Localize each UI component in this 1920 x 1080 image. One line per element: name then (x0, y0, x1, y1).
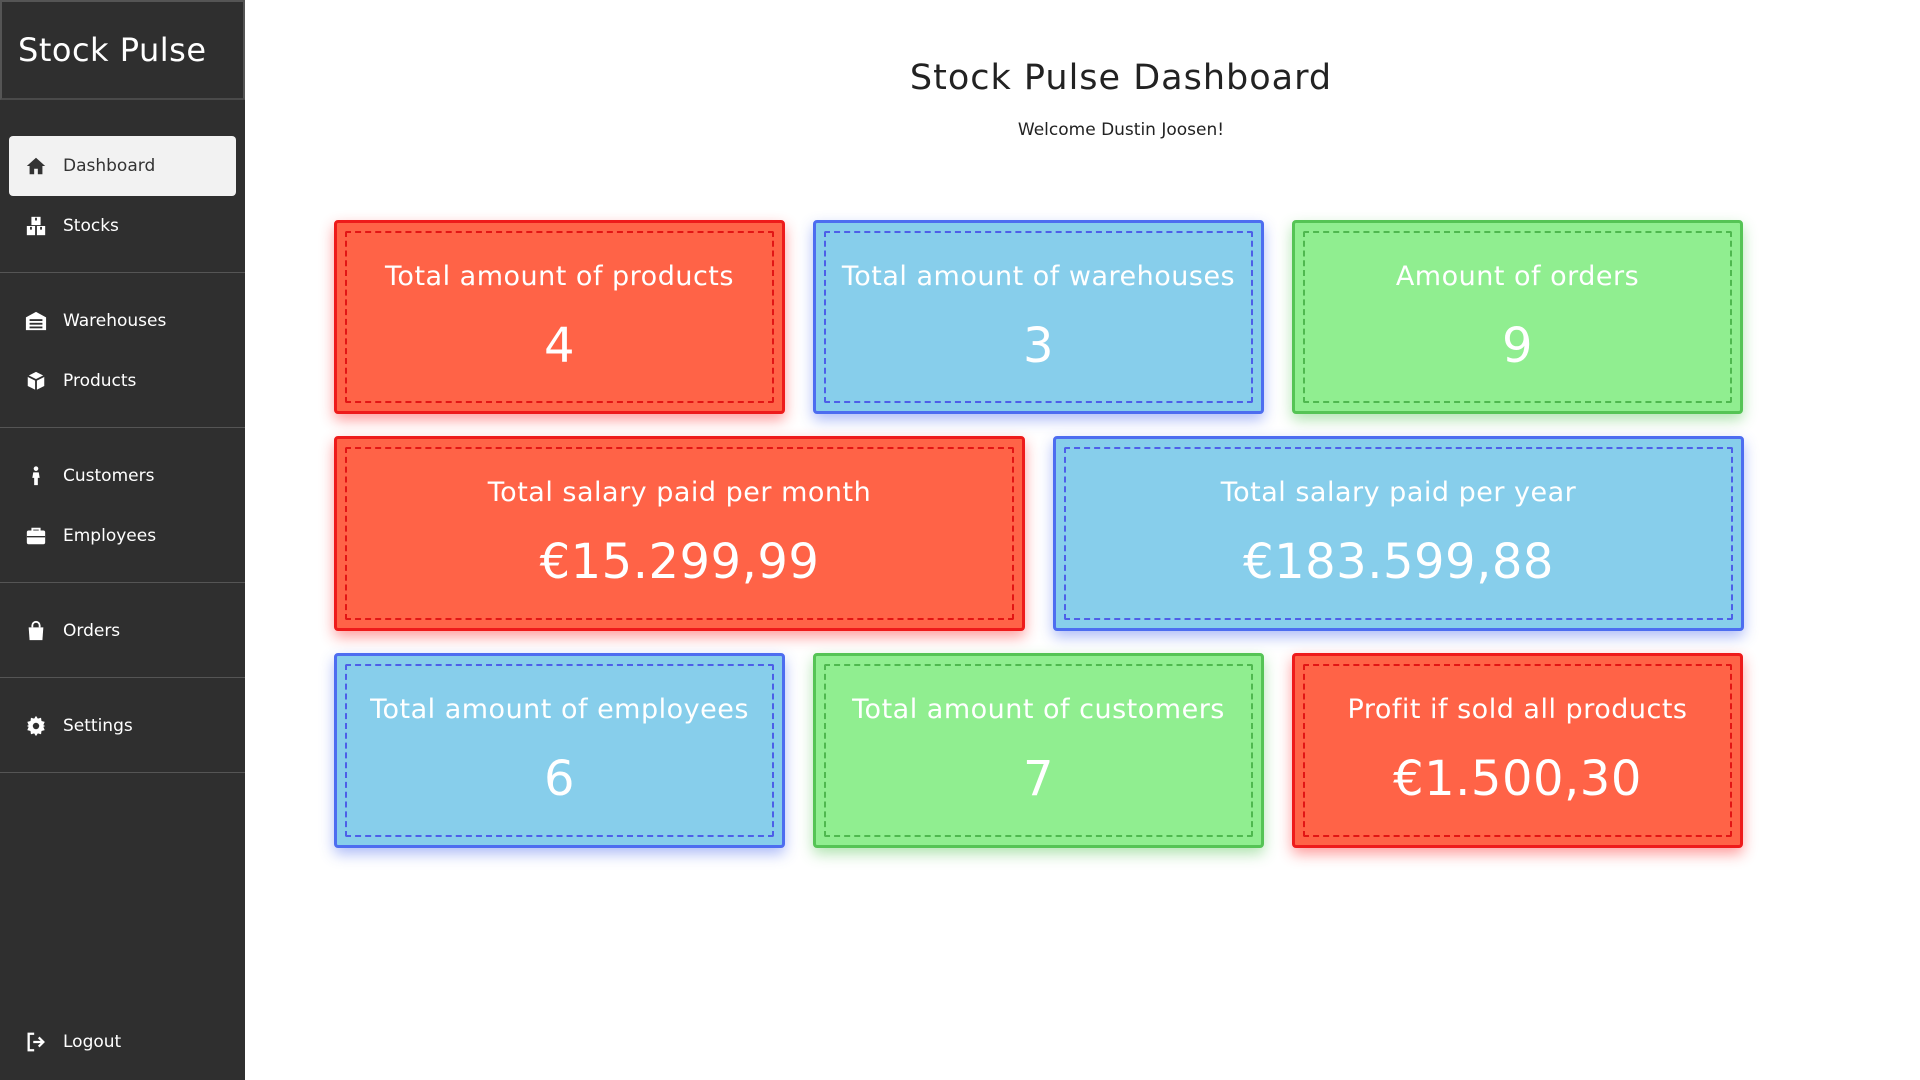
sidebar-item-dashboard[interactable]: Dashboard (9, 136, 236, 196)
sidebar: Stock Pulse Dashboard Stocks Warehouses (0, 0, 245, 1080)
sidebar-item-stocks[interactable]: Stocks (9, 196, 236, 256)
sidebar-item-warehouses[interactable]: Warehouses (9, 291, 236, 351)
nav-group-orders: Orders (0, 583, 245, 678)
card-value: 3 (1022, 318, 1055, 374)
card-value: €183.599,88 (1243, 534, 1554, 590)
nav-group-people: Customers Employees (0, 428, 245, 583)
card-total-customers: Total amount of customers 7 (813, 653, 1264, 848)
cube-icon (23, 368, 49, 394)
brand-title: Stock Pulse (0, 0, 245, 100)
sidebar-item-label: Dashboard (63, 156, 156, 176)
card-label: Total salary paid per month (487, 477, 872, 508)
card-salary-year: Total salary paid per year €183.599,88 (1053, 436, 1744, 631)
card-profit-all-products: Profit if sold all products €1.500,30 (1292, 653, 1743, 848)
nav-group-main: Dashboard Stocks (0, 100, 245, 273)
sidebar-item-label: Products (63, 371, 137, 391)
card-label: Total salary paid per year (1220, 477, 1577, 508)
card-dashed-border (345, 231, 774, 403)
sidebar-item-label: Employees (63, 526, 157, 546)
logout-label: Logout (63, 1032, 122, 1052)
sidebar-item-label: Customers (63, 466, 155, 486)
sidebar-item-label: Settings (63, 716, 133, 736)
person-icon (23, 463, 49, 489)
sidebar-item-employees[interactable]: Employees (9, 506, 236, 566)
welcome-text: Welcome Dustin Joosen! (1017, 120, 1225, 140)
card-label: Profit if sold all products (1347, 694, 1688, 725)
main-content: Stock Pulse Dashboard Welcome Dustin Joo… (245, 0, 1920, 1080)
sidebar-item-products[interactable]: Products (9, 351, 236, 411)
boxes-icon (23, 213, 49, 239)
logout-container: Logout (0, 1012, 245, 1072)
card-value: 6 (543, 751, 576, 807)
nav-group-settings: Settings (0, 678, 245, 773)
nav-group-inventory: Warehouses Products (0, 273, 245, 428)
card-value: 9 (1501, 318, 1534, 374)
sidebar-item-orders[interactable]: Orders (9, 601, 236, 661)
card-label: Amount of orders (1395, 261, 1640, 292)
home-icon (23, 153, 49, 179)
card-value: €1.500,30 (1393, 751, 1642, 807)
shopping-bag-icon (23, 618, 49, 644)
card-dashed-border (824, 231, 1253, 403)
sidebar-item-settings[interactable]: Settings (9, 696, 236, 756)
warehouse-icon (23, 308, 49, 334)
card-label: Total amount of customers (852, 694, 1225, 725)
card-total-employees: Total amount of employees 6 (334, 653, 785, 848)
sidebar-item-label: Stocks (63, 216, 119, 236)
sidebar-item-customers[interactable]: Customers (9, 446, 236, 506)
card-total-warehouses: Total amount of warehouses 3 (813, 220, 1264, 414)
briefcase-icon (23, 523, 49, 549)
card-label: Total amount of warehouses (841, 261, 1236, 292)
sidebar-item-label: Orders (63, 621, 121, 641)
gear-icon (23, 713, 49, 739)
card-label: Total amount of employees (370, 694, 749, 725)
sidebar-item-label: Warehouses (63, 311, 167, 331)
card-label: Total amount of products (385, 261, 734, 292)
card-total-products: Total amount of products 4 (334, 220, 785, 414)
card-amount-orders: Amount of orders 9 (1292, 220, 1743, 414)
card-value: €15.299,99 (539, 534, 820, 590)
card-dashed-border (1303, 231, 1732, 403)
card-salary-month: Total salary paid per month €15.299,99 (334, 436, 1025, 631)
logout-icon (23, 1029, 49, 1055)
card-value: 7 (1022, 751, 1055, 807)
card-value: 4 (543, 318, 576, 374)
page-title: Stock Pulse Dashboard (909, 58, 1333, 98)
logout-button[interactable]: Logout (9, 1012, 236, 1072)
